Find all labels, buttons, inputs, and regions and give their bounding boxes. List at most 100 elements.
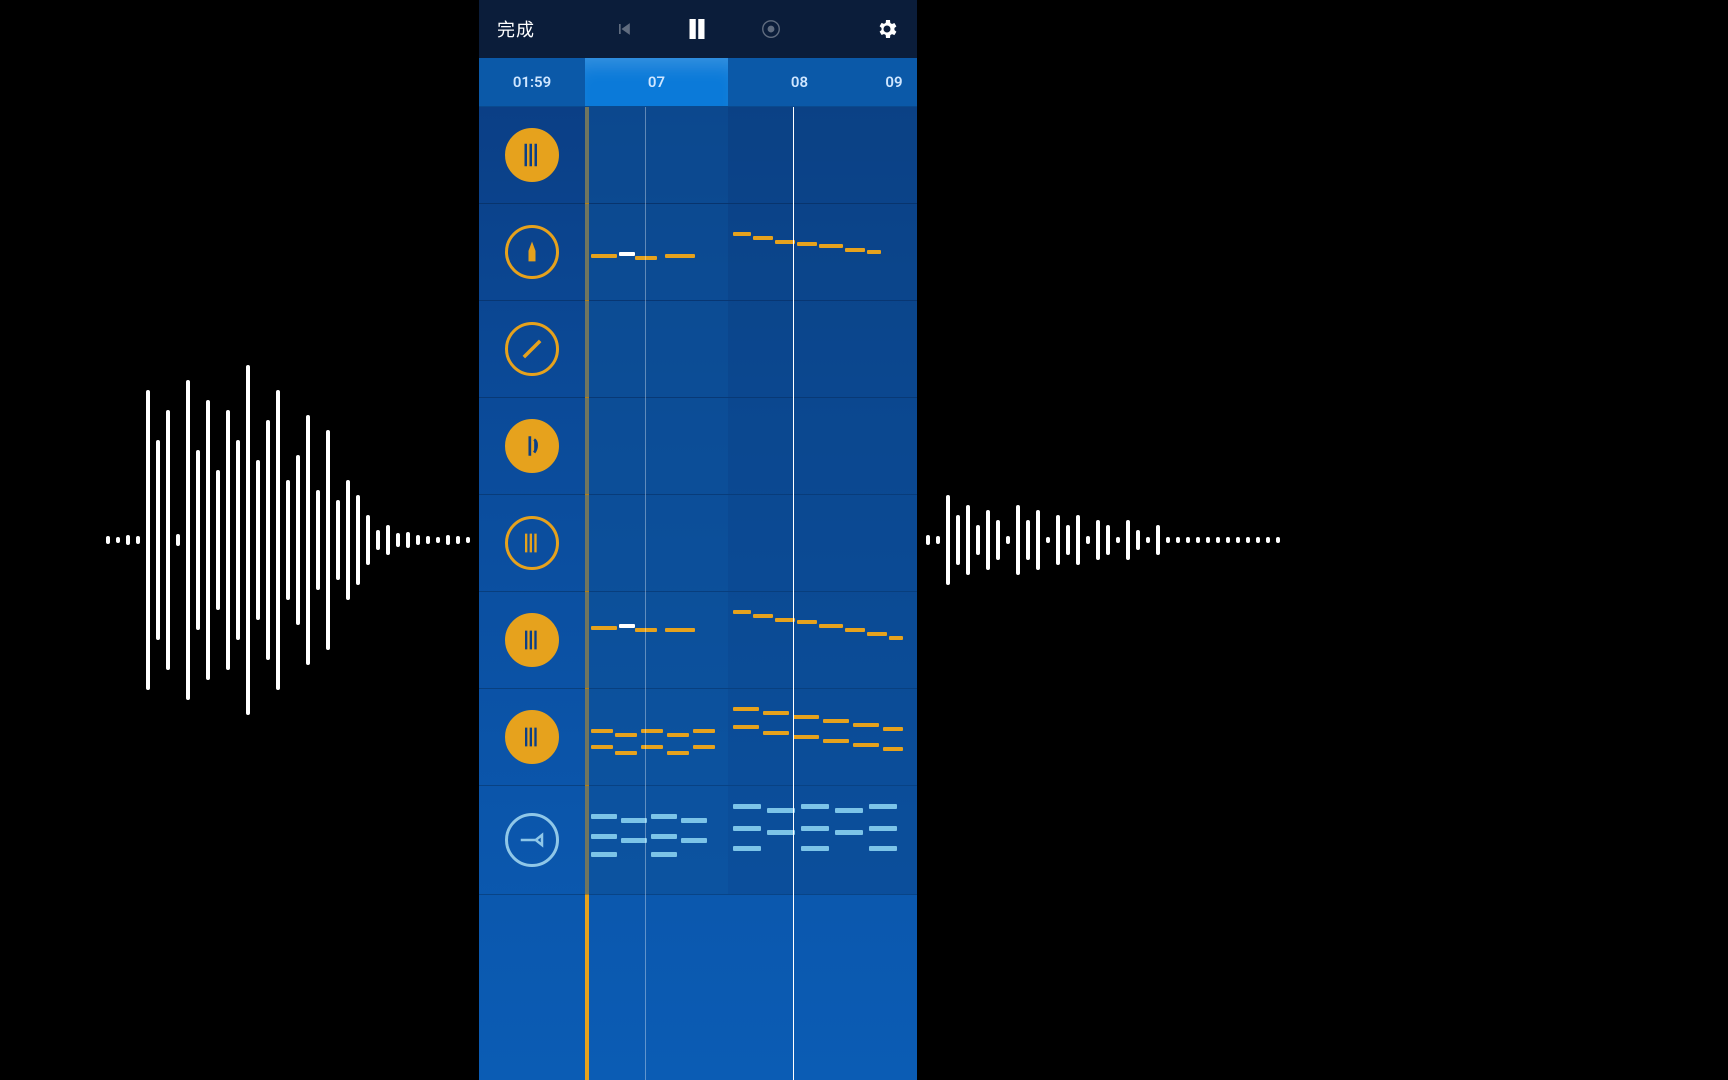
note-segment[interactable] <box>823 719 849 723</box>
note-segment[interactable] <box>615 733 637 737</box>
pause-icon[interactable] <box>682 14 712 44</box>
guitar-icon <box>505 322 559 376</box>
note-segment[interactable] <box>867 250 881 254</box>
note-segment[interactable] <box>621 838 647 843</box>
track-header[interactable] <box>479 301 585 398</box>
note-segment[interactable] <box>591 852 617 857</box>
note-segment[interactable] <box>619 624 635 628</box>
track-lane[interactable] <box>585 301 917 398</box>
note-segment[interactable] <box>665 254 695 258</box>
note-segment[interactable] <box>635 256 657 260</box>
note-segment[interactable] <box>733 610 751 614</box>
note-segment[interactable] <box>667 751 689 755</box>
note-segment[interactable] <box>793 735 819 739</box>
track-header[interactable] <box>479 689 585 786</box>
note-segment[interactable] <box>835 830 863 835</box>
record-icon[interactable] <box>760 18 782 40</box>
note-segment[interactable] <box>775 240 795 244</box>
strings3-icon <box>505 613 559 667</box>
skip-previous-icon[interactable] <box>614 19 634 39</box>
note-segment[interactable] <box>681 818 707 823</box>
note-segment[interactable] <box>869 826 897 831</box>
note-segment[interactable] <box>869 846 897 851</box>
note-segment[interactable] <box>889 636 903 640</box>
note-segment[interactable] <box>591 814 617 819</box>
note-segment[interactable] <box>763 731 789 735</box>
note-segment[interactable] <box>667 733 689 737</box>
note-segment[interactable] <box>651 834 677 839</box>
note-segment[interactable] <box>845 628 865 632</box>
note-segment[interactable] <box>733 846 761 851</box>
note-segment[interactable] <box>853 723 879 727</box>
note-segment[interactable] <box>591 254 617 258</box>
note-segment[interactable] <box>763 711 789 715</box>
note-segment[interactable] <box>883 747 903 751</box>
note-segment[interactable] <box>867 632 887 636</box>
note-segment[interactable] <box>775 618 795 622</box>
note-segment[interactable] <box>591 745 613 749</box>
note-segment[interactable] <box>635 628 657 632</box>
note-segment[interactable] <box>793 715 819 719</box>
note-segment[interactable] <box>591 729 613 733</box>
track-lane[interactable] <box>585 689 917 786</box>
track-lane[interactable] <box>585 786 917 895</box>
note-segment[interactable] <box>823 739 849 743</box>
track-lane[interactable] <box>585 398 917 495</box>
note-segment[interactable] <box>819 244 843 248</box>
note-segment[interactable] <box>797 242 817 246</box>
track-header[interactable] <box>479 786 585 895</box>
note-segment[interactable] <box>883 727 903 731</box>
done-button[interactable]: 完成 <box>497 16 535 42</box>
note-segment[interactable] <box>619 252 635 256</box>
track-lane[interactable] <box>585 107 917 204</box>
note-segment[interactable] <box>621 818 647 823</box>
track-lane[interactable] <box>585 592 917 689</box>
note-segment[interactable] <box>797 620 817 624</box>
keys-icon <box>505 419 559 473</box>
track-header[interactable] <box>479 592 585 689</box>
note-segment[interactable] <box>733 804 761 809</box>
note-segment[interactable] <box>845 248 865 252</box>
note-segment[interactable] <box>733 232 751 236</box>
note-segment[interactable] <box>733 725 759 729</box>
bar-marker-current[interactable]: 07 <box>585 58 728 106</box>
track-header[interactable] <box>479 107 585 204</box>
tracks-area <box>479 107 917 1080</box>
note-segment[interactable] <box>591 834 617 839</box>
note-segment[interactable] <box>651 852 677 857</box>
note-segment[interactable] <box>615 751 637 755</box>
note-segment[interactable] <box>753 236 773 240</box>
secondary-playhead <box>645 107 646 1080</box>
timeline-ruler[interactable]: 01:59 07 08 09 <box>479 58 917 107</box>
note-segment[interactable] <box>767 830 795 835</box>
note-segment[interactable] <box>665 628 695 632</box>
track-header[interactable] <box>479 204 585 301</box>
timecode-label: 01:59 <box>479 58 585 106</box>
track-header[interactable] <box>479 398 585 495</box>
note-segment[interactable] <box>733 826 761 831</box>
note-segment[interactable] <box>753 614 773 618</box>
note-segment[interactable] <box>651 814 677 819</box>
strings4-icon <box>505 710 559 764</box>
track-lane[interactable] <box>585 495 917 592</box>
track-header[interactable] <box>479 495 585 592</box>
playhead[interactable] <box>793 107 794 1080</box>
note-segment[interactable] <box>733 707 759 711</box>
note-segment[interactable] <box>801 846 829 851</box>
note-segment[interactable] <box>693 745 715 749</box>
track-lane[interactable] <box>585 204 917 301</box>
gear-icon[interactable] <box>875 17 899 41</box>
bar-marker[interactable]: 09 <box>871 58 917 106</box>
note-segment[interactable] <box>681 838 707 843</box>
track-lanes[interactable] <box>585 107 917 1080</box>
note-segment[interactable] <box>835 808 863 813</box>
note-segment[interactable] <box>869 804 897 809</box>
note-segment[interactable] <box>801 804 829 809</box>
note-segment[interactable] <box>693 729 715 733</box>
bar-marker[interactable]: 08 <box>728 58 871 106</box>
note-segment[interactable] <box>819 624 843 628</box>
note-segment[interactable] <box>591 626 617 630</box>
note-segment[interactable] <box>767 808 795 813</box>
note-segment[interactable] <box>853 743 879 747</box>
note-segment[interactable] <box>801 826 829 831</box>
